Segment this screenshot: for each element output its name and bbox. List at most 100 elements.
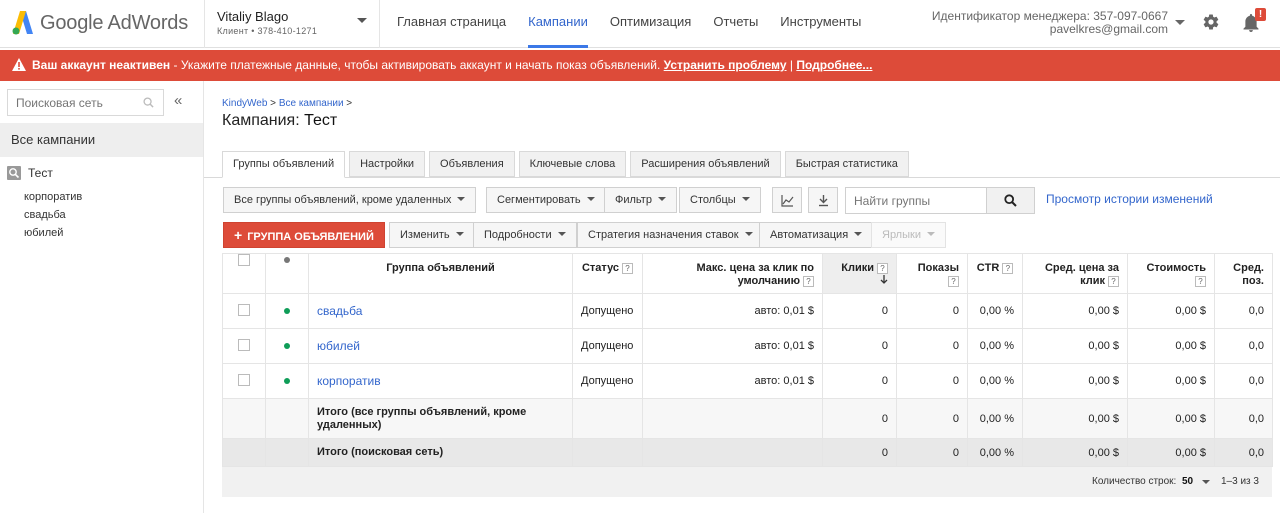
tab-ads[interactable]: Объявления bbox=[429, 151, 515, 177]
chevron-down-icon[interactable] bbox=[1202, 480, 1210, 484]
alert-separator: | bbox=[786, 58, 797, 72]
row-checkbox[interactable] bbox=[238, 373, 250, 386]
sidebar-adgroup[interactable]: юбилей bbox=[24, 227, 63, 239]
bid-strategy-label: Стратегия назначения ставок bbox=[588, 229, 739, 241]
more-info-link[interactable]: Подробнее... bbox=[796, 58, 872, 72]
avg-pos-cell: 0,0 bbox=[1214, 293, 1273, 329]
ad-group-search-input[interactable] bbox=[846, 188, 986, 213]
tab-ad-groups[interactable]: Группы объявлений bbox=[222, 151, 346, 178]
nav-tools[interactable]: Инструменты bbox=[780, 0, 861, 48]
col-avg-cpc[interactable]: Сред. цена за клик? bbox=[1022, 253, 1128, 294]
main-nav: Главная страница Кампании Оптимизация От… bbox=[397, 0, 883, 48]
sidebar-search-input[interactable] bbox=[8, 90, 138, 115]
all-campaigns-item[interactable]: Все кампании bbox=[0, 123, 203, 157]
empty-cell bbox=[572, 398, 643, 439]
max-cpc-cell[interactable]: авто: 0,01 $ bbox=[642, 328, 823, 364]
enabled-dot-icon[interactable] bbox=[284, 308, 290, 314]
bid-strategy-dropdown[interactable]: Стратегия назначения ставок bbox=[577, 222, 764, 248]
nav-home[interactable]: Главная страница bbox=[397, 0, 506, 48]
segment-dropdown[interactable]: Сегментировать bbox=[486, 187, 606, 213]
avg-pos-cell: 0,0 bbox=[1214, 363, 1273, 399]
tab-keywords[interactable]: Ключевые слова bbox=[518, 151, 627, 177]
automation-label: Автоматизация bbox=[770, 229, 849, 241]
nav-reports[interactable]: Отчеты bbox=[713, 0, 758, 48]
sidebar-adgroup[interactable]: корпоратив bbox=[24, 191, 82, 203]
account-inactive-alert: Ваш аккаунт неактивен - Укажите платежны… bbox=[0, 50, 1280, 81]
breadcrumb-all-campaigns[interactable]: Все кампании bbox=[279, 98, 344, 109]
status-dot-header bbox=[265, 253, 309, 294]
col-max-cpc[interactable]: Макс. цена за клик по умолчанию? bbox=[642, 253, 823, 294]
chart-toggle-button[interactable] bbox=[772, 187, 802, 213]
tab-ad-extensions[interactable]: Расширения объявлений bbox=[630, 151, 781, 177]
row-select-cell bbox=[222, 363, 266, 399]
tab-settings[interactable]: Настройки bbox=[349, 151, 426, 177]
search-clicks: 0 bbox=[822, 438, 897, 467]
avg-pos-cell: 0,0 bbox=[1214, 328, 1273, 364]
col-impressions-label: Показы bbox=[917, 262, 959, 274]
col-cost-label: Стоимость bbox=[1146, 262, 1206, 274]
scope-filter-dropdown[interactable]: Все группы объявлений, кроме удаленных bbox=[223, 187, 477, 213]
manager-account[interactable]: Идентификатор менеджера: 357-097-0667 pa… bbox=[932, 10, 1168, 36]
col-clicks[interactable]: Клики? bbox=[822, 253, 897, 294]
help-icon[interactable]: ? bbox=[877, 263, 888, 274]
row-checkbox[interactable] bbox=[238, 303, 250, 316]
notification-badge: ! bbox=[1255, 8, 1266, 21]
help-icon[interactable]: ? bbox=[948, 276, 959, 287]
row-checkbox[interactable] bbox=[238, 338, 250, 351]
account-client-id: Клиент • 378-410-1271 bbox=[217, 26, 318, 36]
col-ad-group[interactable]: Группа объявлений bbox=[308, 253, 573, 294]
max-cpc-cell[interactable]: авто: 0,01 $ bbox=[642, 293, 823, 329]
collapse-sidebar-button[interactable]: « bbox=[174, 92, 182, 109]
edit-dropdown[interactable]: Изменить bbox=[389, 222, 475, 248]
ad-group-link[interactable]: свадьба bbox=[317, 304, 362, 318]
help-icon[interactable]: ? bbox=[1108, 276, 1119, 287]
col-ctr[interactable]: CTR? bbox=[967, 253, 1023, 294]
search-button[interactable] bbox=[986, 188, 1034, 213]
nav-campaigns[interactable]: Кампании bbox=[528, 0, 588, 48]
search-icon[interactable] bbox=[143, 97, 154, 108]
col-avg-pos-label: Сред. поз. bbox=[1233, 262, 1264, 287]
gear-icon[interactable] bbox=[1202, 13, 1220, 31]
search-avg-cpc: 0,00 $ bbox=[1022, 438, 1128, 467]
enabled-dot-icon[interactable] bbox=[284, 343, 290, 349]
col-avg-pos[interactable]: Сред. поз. bbox=[1214, 253, 1273, 294]
breadcrumb-account[interactable]: KindyWeb bbox=[222, 98, 267, 109]
sidebar-adgroup[interactable]: свадьба bbox=[24, 209, 66, 221]
account-switcher[interactable]: Vitaliy Blago Клиент • 378-410-1271 bbox=[204, 0, 380, 48]
rows-per-page-select[interactable]: 50 bbox=[1182, 476, 1193, 487]
search-ctr: 0,00 % bbox=[967, 438, 1023, 467]
max-cpc-cell[interactable]: авто: 0,01 $ bbox=[642, 363, 823, 399]
col-impressions[interactable]: Показы? bbox=[896, 253, 968, 294]
columns-dropdown[interactable]: Столбцы bbox=[679, 187, 761, 213]
table-row: свадьба Допущено авто: 0,01 $ 0 0 0,00 %… bbox=[222, 293, 1273, 329]
ad-group-search bbox=[845, 187, 1035, 214]
col-status[interactable]: Статус? bbox=[572, 253, 643, 294]
change-history-link[interactable]: Просмотр истории изменений bbox=[1046, 192, 1213, 206]
add-ad-group-button[interactable]: + ГРУППА ОБЪЯВЛЕНИЙ bbox=[223, 222, 385, 248]
chevron-down-icon bbox=[457, 197, 466, 201]
help-icon[interactable]: ? bbox=[1195, 276, 1206, 287]
tab-quick-stats[interactable]: Быстрая статистика bbox=[784, 151, 909, 177]
enabled-dot-icon[interactable] bbox=[284, 378, 290, 384]
details-dropdown[interactable]: Подробности bbox=[473, 222, 577, 248]
filter-dropdown[interactable]: Фильтр bbox=[604, 187, 677, 213]
adwords-logo[interactable]: Google AdWords bbox=[12, 9, 188, 37]
chevron-down-icon bbox=[657, 197, 666, 201]
sidebar-campaign-test[interactable]: Тест bbox=[7, 165, 53, 181]
automation-dropdown[interactable]: Автоматизация bbox=[759, 222, 874, 248]
chevron-down-icon[interactable] bbox=[1175, 20, 1185, 25]
help-icon[interactable]: ? bbox=[803, 276, 814, 287]
total-search-label: Итого (поисковая сеть) bbox=[308, 438, 573, 467]
nav-optimization[interactable]: Оптимизация bbox=[610, 0, 692, 48]
help-icon[interactable]: ? bbox=[622, 263, 634, 274]
row-status-cell bbox=[265, 293, 309, 329]
ad-group-link[interactable]: юбилей bbox=[317, 339, 360, 353]
download-button[interactable] bbox=[808, 187, 838, 213]
select-all-checkbox[interactable] bbox=[238, 254, 250, 266]
labels-dropdown[interactable]: Ярлыки bbox=[871, 222, 946, 248]
fix-problem-link[interactable]: Устранить проблему bbox=[664, 58, 787, 72]
ad-group-link[interactable]: корпоратив bbox=[317, 374, 381, 388]
col-cost[interactable]: Стоимость? bbox=[1127, 253, 1215, 294]
help-icon[interactable]: ? bbox=[1002, 263, 1014, 274]
total-impressions: 0 bbox=[896, 398, 968, 439]
